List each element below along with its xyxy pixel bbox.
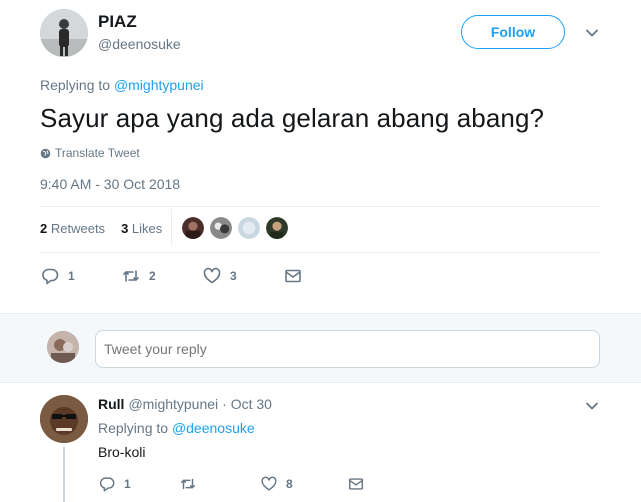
retweets-count: 2 [40, 221, 48, 236]
reply-direct-message-button[interactable] [347, 475, 365, 493]
retweet-count: 2 [149, 269, 156, 283]
reply-author-avatar[interactable] [40, 395, 88, 443]
reply-handle[interactable]: @mightypunei [128, 396, 218, 412]
globe-icon [40, 148, 51, 158]
like-button[interactable]: 3 [202, 266, 283, 286]
likes-label: Likes [131, 221, 163, 236]
reply-reply-count: 1 [124, 477, 131, 491]
reply-header: Rull @mightypunei · Oct 30 [98, 396, 272, 412]
reply-text: Bro-koli [98, 444, 146, 460]
liker-avatar[interactable] [237, 216, 261, 240]
reply-replying-prefix: Replying to [98, 420, 169, 436]
follow-button[interactable]: Follow [461, 15, 565, 49]
thread-line [63, 447, 65, 502]
tweet-timestamp[interactable]: 9:40 AM - 30 Oct 2018 [40, 176, 180, 192]
retweet-button[interactable]: 2 [121, 266, 202, 286]
divider [40, 206, 601, 207]
reply-display-name[interactable]: Rull [98, 396, 124, 412]
heart-icon [203, 267, 221, 284]
heart-icon [261, 476, 277, 491]
liker-avatar[interactable] [181, 216, 205, 240]
liker-avatar[interactable] [209, 216, 233, 240]
tweet-text: Sayur apa yang ada gelaran abang abang? [40, 103, 545, 133]
tweet-actions: 1 2 3 [40, 264, 303, 288]
replying-to-link[interactable]: @mightypunei [114, 77, 204, 93]
current-user-avatar[interactable] [47, 331, 79, 363]
author-avatar[interactable] [40, 9, 88, 57]
translate-label[interactable]: Translate Tweet [55, 146, 140, 160]
reply-actions: 1 8 [98, 474, 365, 494]
reply-icon [42, 268, 59, 285]
retweet-icon [180, 478, 196, 490]
direct-message-button[interactable] [283, 266, 303, 286]
like-count: 3 [230, 269, 237, 283]
envelope-icon [348, 478, 364, 490]
translate-tweet-link[interactable]: Translate Tweet [40, 146, 140, 160]
reply-input[interactable] [95, 330, 600, 368]
divider [40, 252, 601, 253]
envelope-icon [285, 269, 301, 283]
likers-avatars [181, 216, 289, 240]
chevron-down-icon[interactable] [584, 398, 600, 414]
reply-replying-to-line: Replying to @deenosuke [98, 420, 255, 436]
reply-like-count: 8 [286, 477, 293, 491]
likes-count: 3 [121, 221, 129, 236]
reply-icon [99, 477, 115, 492]
author-display-name[interactable]: PIAZ [98, 12, 137, 32]
reply-like-button[interactable]: 8 [260, 475, 347, 493]
reply-replying-to-link[interactable]: @deenosuke [172, 420, 255, 436]
likes-stat[interactable]: 3 Likes [121, 221, 162, 236]
reply-reply-button[interactable]: 1 [98, 475, 179, 493]
stats-separator [171, 209, 172, 244]
author-handle[interactable]: @deenosuke [98, 36, 181, 52]
reply-count: 1 [68, 269, 75, 283]
reply-button[interactable]: 1 [40, 266, 121, 286]
replying-to-line: Replying to @mightypunei [40, 77, 204, 93]
tweet-stats: 2 Retweets 3 Likes [40, 221, 162, 236]
replying-prefix: Replying to [40, 77, 111, 93]
reply-retweet-button[interactable] [179, 475, 260, 493]
retweet-icon [123, 270, 139, 282]
retweets-stat[interactable]: 2 Retweets [40, 221, 105, 236]
liker-avatar[interactable] [265, 216, 289, 240]
retweets-label: Retweets [50, 221, 106, 236]
chevron-down-icon[interactable] [584, 25, 600, 41]
reply-time[interactable]: · Oct 30 [222, 396, 272, 412]
